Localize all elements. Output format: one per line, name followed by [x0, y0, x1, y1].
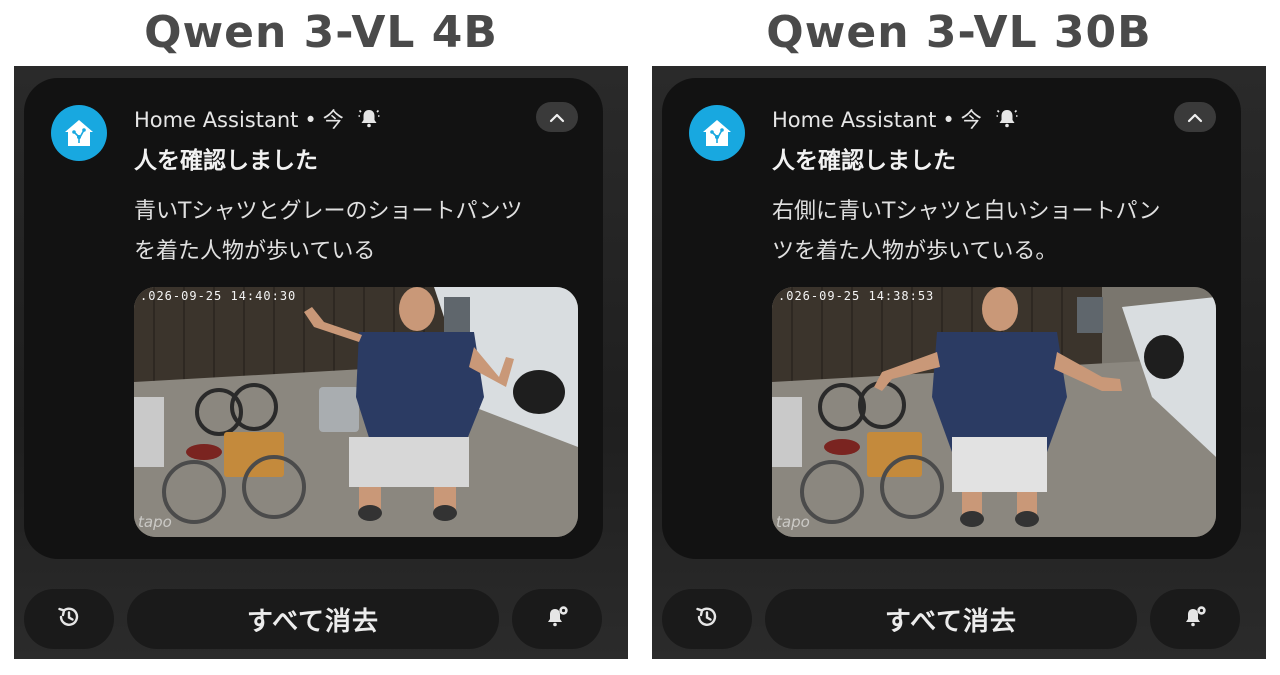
- history-button[interactable]: [662, 589, 752, 649]
- body-line-1: 青いTシャツとグレーのショートパンツ: [134, 199, 523, 224]
- snapshot-timestamp: .026-09-25 14:40:30: [140, 289, 297, 303]
- bell-ringing-icon: [358, 107, 380, 136]
- notification-time: 今: [322, 108, 344, 132]
- camera-snapshot[interactable]: .026-09-25 14:38:53 tapo: [772, 287, 1216, 537]
- notification-header: Home Assistant • 今: [772, 106, 1018, 134]
- notification-card[interactable]: Home Assistant • 今 人を確認しました 青いTシャツとグレーのショー…: [24, 78, 603, 559]
- clear-all-button[interactable]: すべて消去: [765, 589, 1137, 649]
- body-line-2: を着た人物が歩いている: [134, 239, 376, 264]
- history-button[interactable]: [24, 589, 114, 649]
- app-name: Home Assistant: [134, 108, 299, 132]
- chevron-up-icon: [1187, 108, 1203, 127]
- column-title-30b: Qwen 3-VL 30B: [766, 7, 1152, 58]
- notification-body: 右側に青いTシャツと白いショートパン ツを着た人物が歩いている。: [772, 192, 1227, 272]
- snapshot-timestamp: .026-09-25 14:38:53: [778, 289, 935, 303]
- home-assistant-icon: [51, 105, 107, 161]
- notification-body: 青いTシャツとグレーのショートパンツ を着た人物が歩いている: [134, 192, 589, 272]
- column-title-4b: Qwen 3-VL 4B: [144, 7, 498, 58]
- snapshot-watermark: tapo: [138, 513, 172, 531]
- header-separator: •: [304, 108, 317, 132]
- bell-settings-icon: [1181, 603, 1209, 635]
- clear-all-label: すべて消去: [246, 606, 380, 637]
- app-name: Home Assistant: [772, 108, 937, 132]
- collapse-button[interactable]: [1174, 102, 1216, 132]
- camera-snapshot[interactable]: .026-09-25 14:40:30 tapo: [134, 287, 578, 537]
- bell-ringing-icon: [996, 107, 1018, 136]
- notification-title: 人を確認しました: [772, 148, 956, 174]
- notification-settings-button[interactable]: [1150, 589, 1240, 649]
- notification-header: Home Assistant • 今: [134, 106, 380, 134]
- notification-card[interactable]: Home Assistant • 今 人を確認しました 右側に青いTシャツと白いショ…: [662, 78, 1241, 559]
- body-line-2: ツを着た人物が歩いている。: [772, 239, 1058, 264]
- header-separator: •: [942, 108, 955, 132]
- home-assistant-icon: [689, 105, 745, 161]
- body-line-1: 右側に青いTシャツと白いショートパン: [772, 199, 1161, 224]
- chevron-up-icon: [549, 108, 565, 127]
- notification-settings-button[interactable]: [512, 589, 602, 649]
- notification-title: 人を確認しました: [134, 148, 318, 174]
- history-icon: [694, 604, 720, 634]
- collapse-button[interactable]: [536, 102, 578, 132]
- notification-time: 今: [960, 108, 982, 132]
- clear-all-button[interactable]: すべて消去: [127, 589, 499, 649]
- snapshot-watermark: tapo: [776, 513, 810, 531]
- bell-settings-icon: [543, 603, 571, 635]
- notification-panel-30b: Home Assistant • 今 人を確認しました 右側に青いTシャツと白いショ…: [652, 66, 1266, 659]
- clear-all-label: すべて消去: [884, 606, 1018, 637]
- notification-panel-4b: Home Assistant • 今 人を確認しました 青いTシャツとグレーのショー…: [14, 66, 628, 659]
- history-icon: [56, 604, 82, 634]
